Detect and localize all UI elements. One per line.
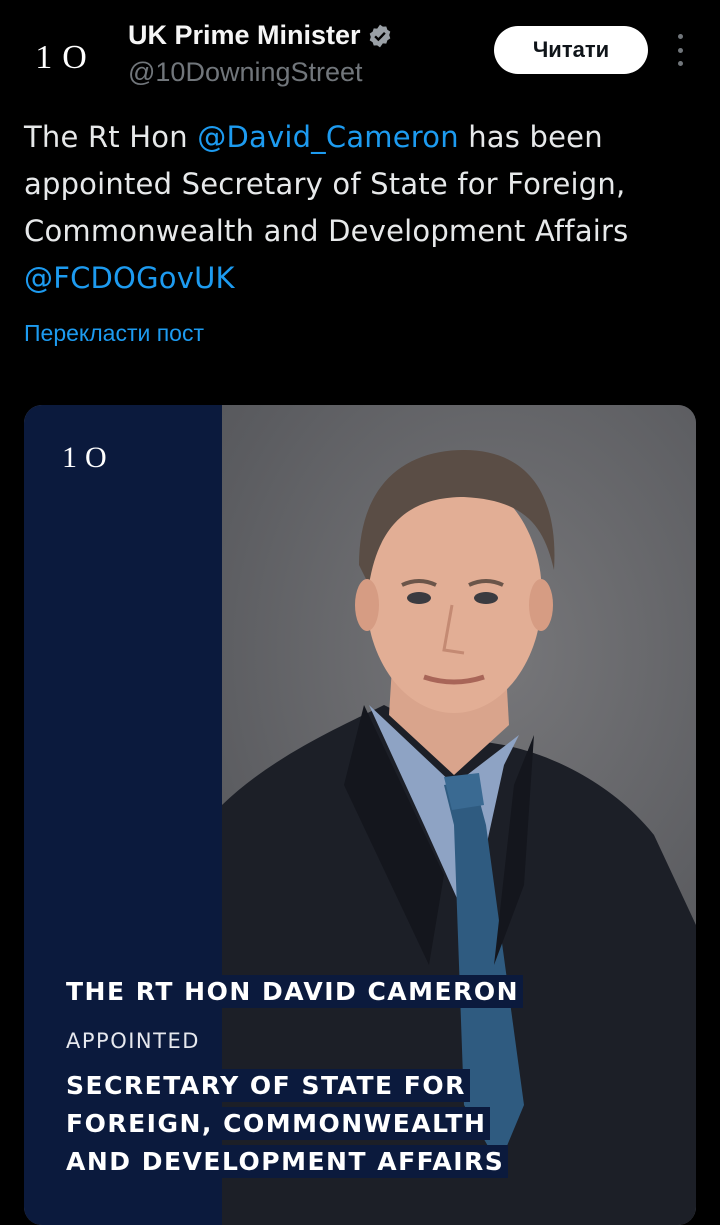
tweet-text-prefix: The Rt Hon: [24, 120, 198, 154]
caption-role-line: AND DEVELOPMENT AFFAIRS: [62, 1145, 509, 1178]
media-logo-text: 1O: [62, 441, 115, 474]
translate-post-link[interactable]: Перекласти пост: [24, 320, 204, 347]
more-vertical-icon[interactable]: [668, 34, 692, 66]
account-handle[interactable]: @10DowningStreet: [128, 57, 363, 88]
tweet-header: 1O UK Prime Minister @10DowningStreet Чи…: [0, 0, 720, 100]
more-dot: [677, 47, 683, 53]
caption-name: THE RT HON DAVID CAMERON: [62, 975, 524, 1008]
tweet-text: The Rt Hon @David_Cameron has been appoi…: [24, 114, 704, 302]
display-name[interactable]: UK Prime Minister: [128, 20, 361, 51]
caption-role-line: FOREIGN, COMMONWEALTH: [62, 1107, 491, 1140]
mention-link-david-cameron[interactable]: @David_Cameron: [197, 120, 459, 154]
mention-link-fcdogovuk[interactable]: @FCDOGovUK: [24, 261, 235, 295]
avatar[interactable]: 1O: [22, 18, 102, 98]
name-row: UK Prime Minister: [128, 20, 393, 51]
avatar-logo-text: 1O: [35, 39, 97, 76]
caption-appointed: APPOINTED: [66, 1029, 200, 1053]
portrait-illustration: [222, 450, 696, 1225]
more-dot: [677, 61, 683, 66]
more-dot: [677, 34, 683, 39]
caption-role-line: SECRETARY OF STATE FOR: [62, 1069, 470, 1102]
verified-badge-icon: [369, 24, 390, 47]
tweet-media-image[interactable]: 1O THE RT HON DAVID CAMERON APPOINTED SE…: [24, 405, 696, 1225]
follow-button[interactable]: Читати: [494, 26, 648, 74]
